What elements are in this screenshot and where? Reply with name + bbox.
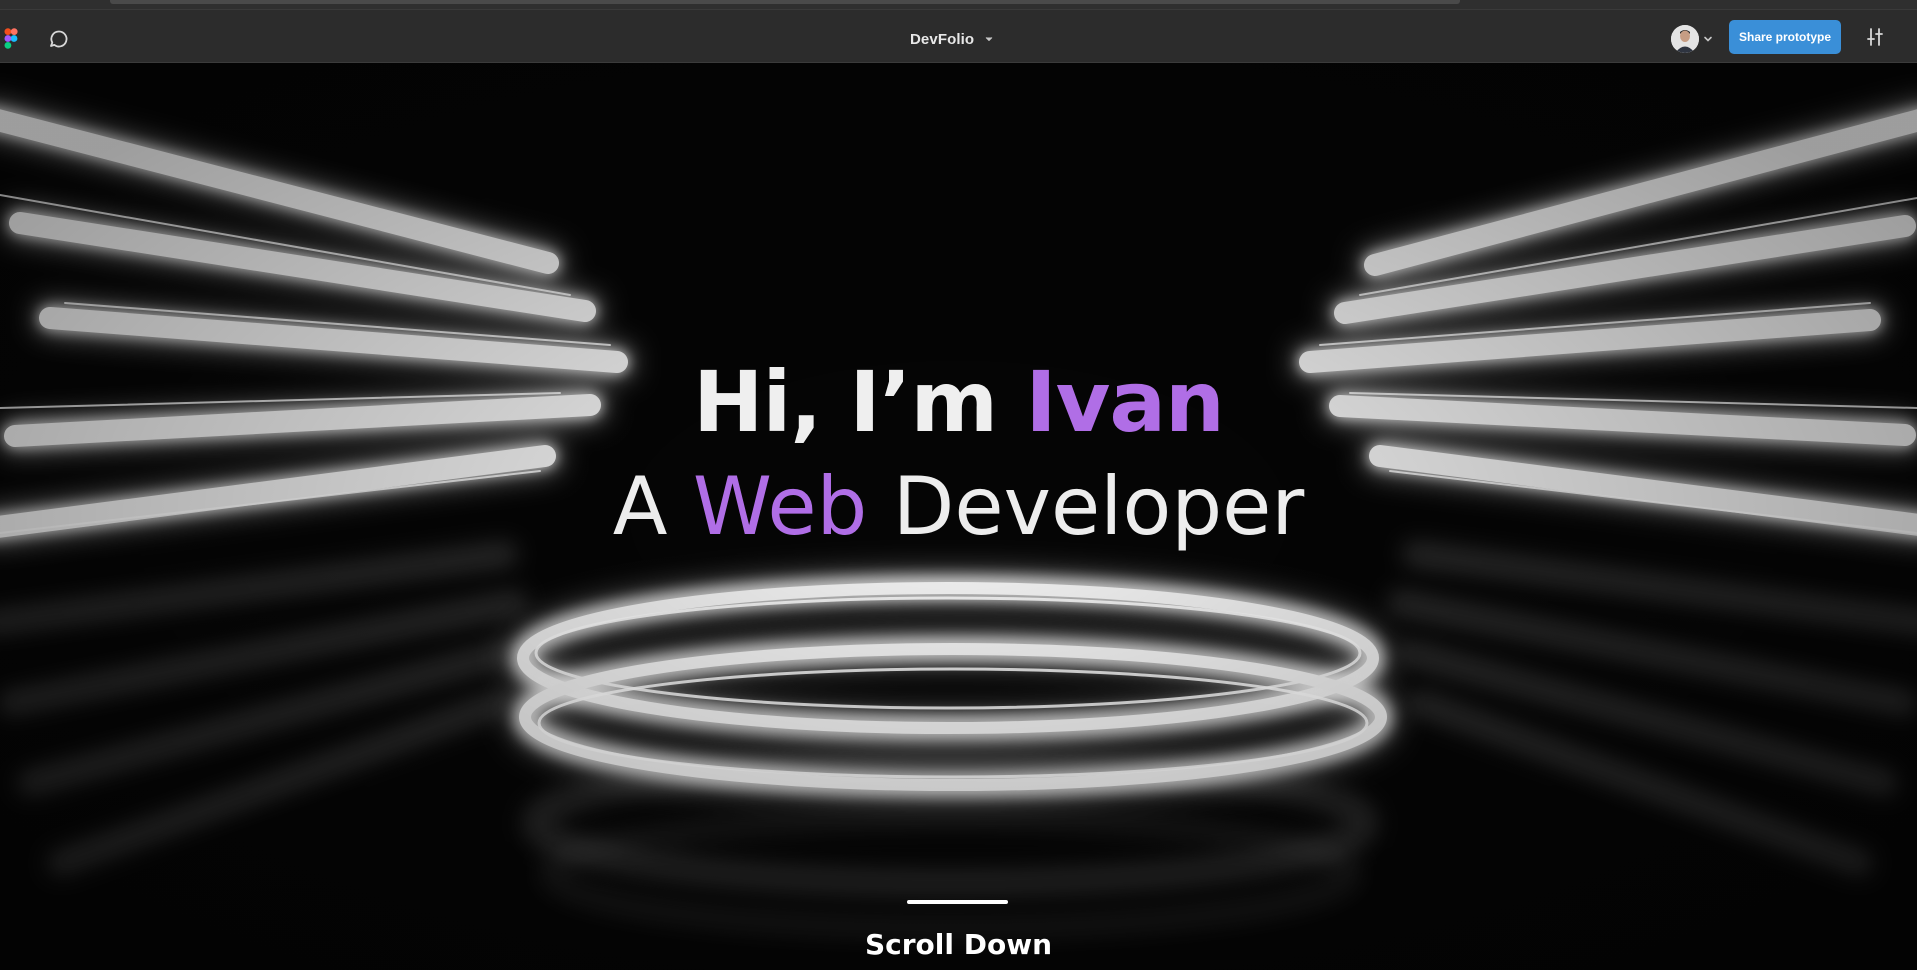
figma-logo-icon[interactable]	[4, 28, 18, 49]
chevron-down-icon	[1704, 36, 1712, 42]
chevron-down-icon	[985, 37, 993, 41]
user-menu[interactable]	[1671, 25, 1713, 53]
sliders-icon[interactable]	[1862, 24, 1888, 50]
hero-greeting: Hi, I’m Ivan	[0, 353, 1917, 451]
prototype-canvas: Hi, I’m Ivan A Web Developer Scroll Down	[0, 63, 1917, 970]
window-top-strip	[0, 0, 1917, 10]
scroll-indicator-line	[907, 900, 1008, 904]
file-title-menu[interactable]: DevFolio	[910, 27, 994, 51]
hero-role-suffix: Developer	[892, 460, 1305, 553]
share-prototype-button[interactable]: Share prototype	[1729, 20, 1841, 54]
prototype-toolbar: DevFolio Share prototype	[0, 10, 1917, 63]
hero-role: A Web Developer	[0, 460, 1917, 553]
comment-icon[interactable]	[46, 26, 72, 52]
avatar-portrait-icon	[1671, 25, 1699, 53]
top-strip-bar	[110, 0, 1460, 4]
prototype-viewer: DevFolio Share prototype Hi, I’m Ivan A …	[0, 0, 1917, 970]
file-name: DevFolio	[910, 30, 975, 48]
hero-name: Ivan	[1025, 353, 1224, 451]
hero-role-prefix: A	[612, 460, 668, 553]
hero-role-accent: Web	[692, 460, 868, 553]
avatar	[1671, 25, 1699, 53]
scroll-down-link[interactable]: Scroll Down	[0, 928, 1917, 961]
hero-greeting-text: Hi, I’m	[693, 353, 998, 451]
